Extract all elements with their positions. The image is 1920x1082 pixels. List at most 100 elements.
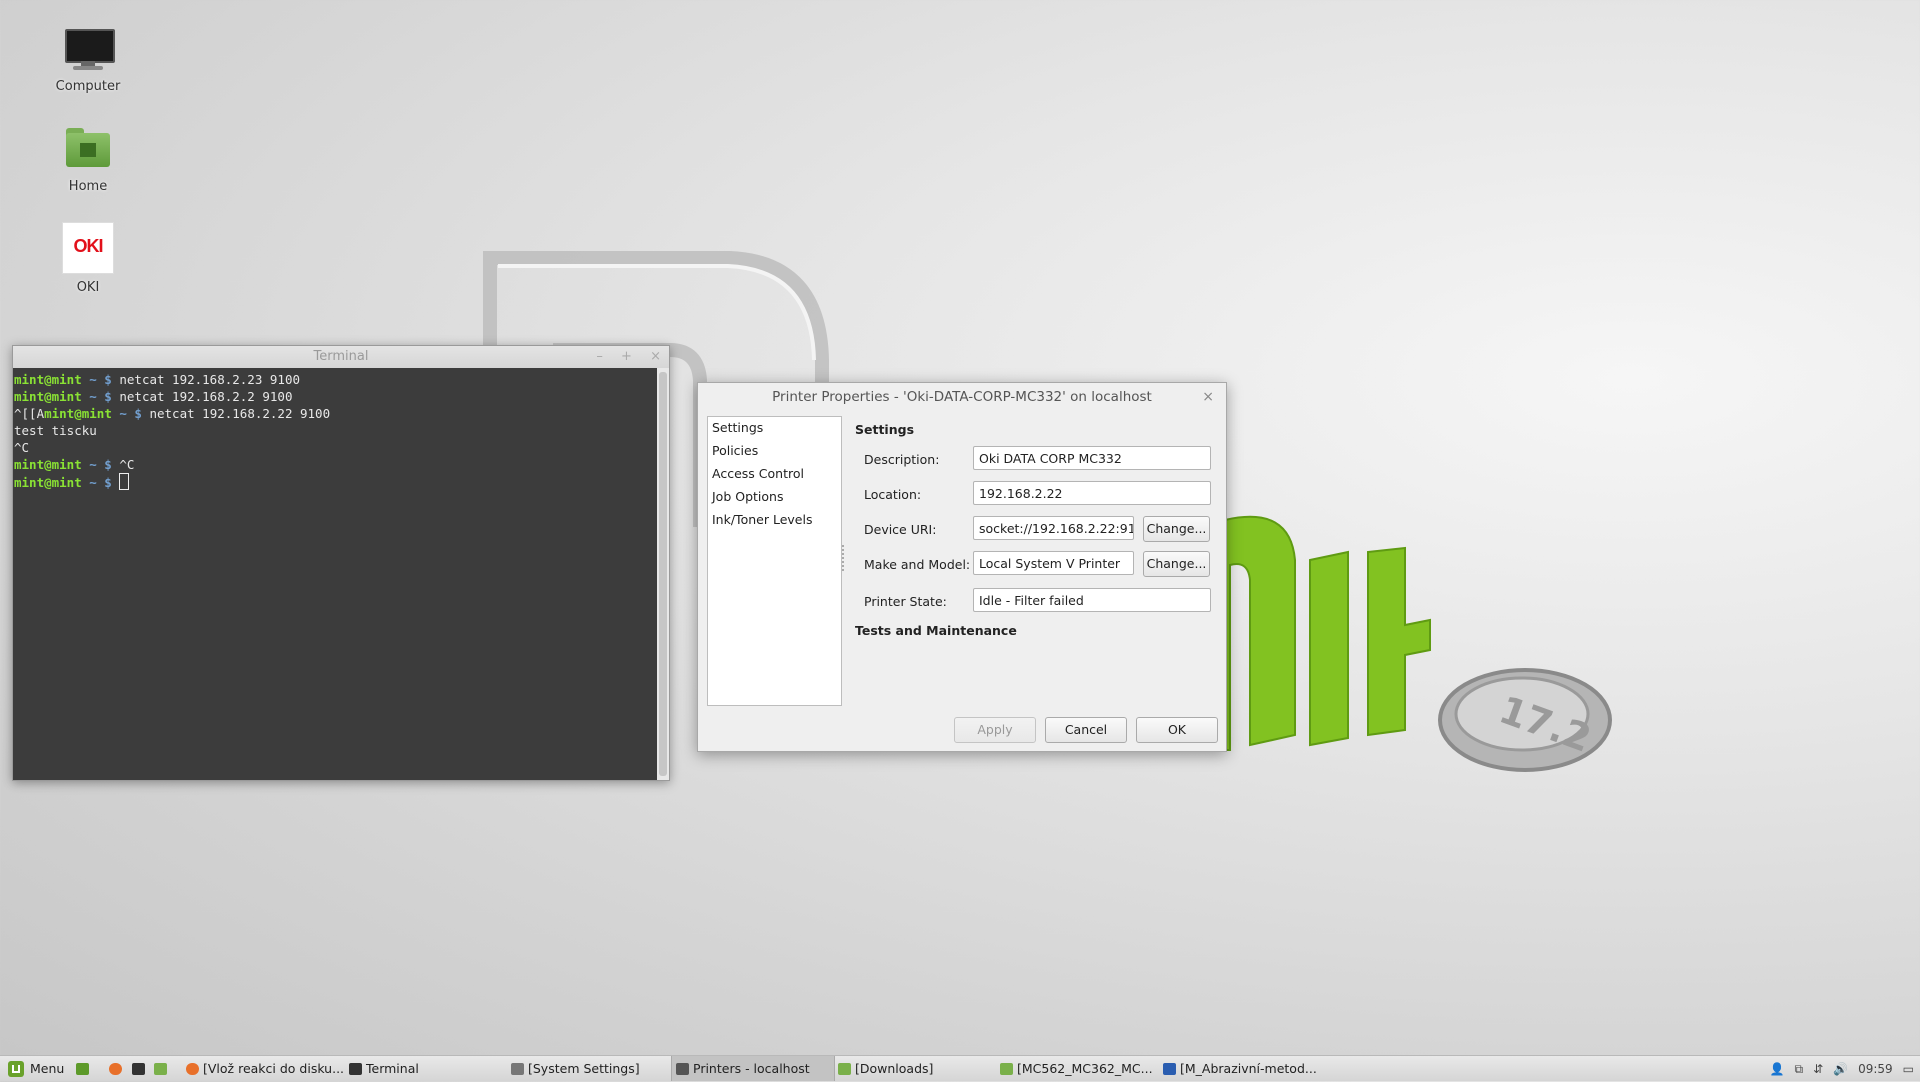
desktop-icon-label: OKI [76, 280, 100, 295]
terminal-icon [349, 1063, 362, 1075]
terminal-line: mint@mint ~ $ ^C [14, 456, 656, 473]
computer-icon [63, 23, 115, 73]
folder-icon [154, 1063, 167, 1075]
printer-icon [676, 1063, 689, 1075]
network-icon[interactable]: ⇵ [1813, 1062, 1823, 1076]
taskbar-window-label: [Vlož reakci do disku... [203, 1061, 345, 1076]
nav-item-policies[interactable]: Policies [708, 440, 841, 463]
taskbar-window-document[interactable]: [M_Abrazivní-metod... [1163, 1056, 1323, 1081]
cancel-button[interactable]: Cancel [1045, 717, 1127, 743]
taskbar-window-label: [Downloads] [855, 1061, 934, 1076]
volume-icon[interactable]: 🔊 [1833, 1062, 1848, 1076]
terminal-text: netcat 192.168.2.23 9100 [119, 372, 300, 387]
description-label: Description: [864, 452, 940, 467]
desktop-icon-label: Home [68, 179, 108, 194]
close-icon[interactable]: × [650, 349, 661, 364]
taskbar-window-printers[interactable]: Printers - localhost [671, 1056, 835, 1081]
firefox-icon [186, 1063, 199, 1075]
change-device-uri-button[interactable]: Change... [1143, 516, 1210, 542]
settings-heading: Settings [855, 422, 915, 437]
ok-button[interactable]: OK [1136, 717, 1218, 743]
taskbar-window-terminal[interactable]: Terminal [349, 1056, 504, 1081]
prompt-path: ~ $ [81, 475, 120, 490]
device-uri-field: socket://192.168.2.22:9100 [973, 516, 1134, 540]
prompt-path: ~ $ [111, 406, 150, 421]
prompt-user: mint@mint [14, 457, 82, 472]
nav-item-settings[interactable]: Settings [708, 417, 841, 440]
firefox-icon [109, 1063, 122, 1075]
oki-logo-icon: OKI [62, 222, 114, 274]
files-launcher[interactable] [154, 1056, 171, 1081]
taskbar-window-system-settings[interactable]: [System Settings] [511, 1056, 666, 1081]
make-model-label: Make and Model: [864, 557, 971, 572]
terminal-output[interactable]: mint@mint ~ $ netcat 192.168.2.23 9100 mi… [13, 368, 657, 780]
nav-item-access-control[interactable]: Access Control [708, 463, 841, 486]
printer-properties-dialog[interactable]: Printer Properties - 'Oki-DATA-CORP-MC33… [697, 382, 1227, 752]
make-model-field: Local System V Printer [973, 551, 1134, 575]
terminal-window[interactable]: Terminal – + × mint@mint ~ $ netcat 192.… [12, 345, 670, 781]
dialog-title: Printer Properties - 'Oki-DATA-CORP-MC33… [772, 389, 1152, 405]
taskbar-window-downloads[interactable]: [Downloads] [838, 1056, 993, 1081]
desktop-icon-home[interactable]: Home [43, 123, 133, 194]
firefox-launcher[interactable] [109, 1056, 126, 1081]
terminal-titlebar[interactable]: Terminal – + × [13, 346, 669, 368]
pane-resize-handle[interactable] [842, 545, 847, 571]
svg-text:17.2: 17.2 [1494, 687, 1597, 760]
terminal-icon [132, 1063, 145, 1075]
terminal-line: ^C [14, 439, 656, 456]
location-label: Location: [864, 487, 922, 502]
change-make-model-button[interactable]: Change... [1143, 551, 1210, 577]
minimize-icon[interactable]: – [596, 349, 603, 364]
clock[interactable]: 09:59 [1858, 1062, 1893, 1076]
show-desktop-icon [76, 1063, 89, 1075]
settings-nav-list[interactable]: Settings Policies Access Control Job Opt… [707, 416, 842, 706]
terminal-text: ^C [14, 440, 30, 455]
settings-icon [511, 1063, 524, 1075]
system-tray: 👤 ⧉ ⇵ 🔊 09:59 ▭ [1764, 1056, 1914, 1081]
printer-state-field: Idle - Filter failed [973, 588, 1211, 612]
terminal-launcher[interactable] [132, 1056, 149, 1081]
taskbar-window-label: Terminal [366, 1061, 419, 1076]
folder-icon [1000, 1063, 1013, 1075]
show-desktop-launcher[interactable] [76, 1056, 93, 1081]
prompt-path: ~ $ [81, 457, 120, 472]
location-field[interactable]: 192.168.2.22 [973, 481, 1211, 505]
menu-button[interactable]: Menu [4, 1056, 68, 1081]
terminal-text: netcat 192.168.2.2 9100 [119, 389, 293, 404]
apply-button[interactable]: Apply [954, 717, 1036, 743]
terminal-text: netcat 192.168.2.22 9100 [149, 406, 331, 421]
terminal-line: ^[[Amint@mint ~ $ netcat 192.168.2.22 91… [14, 406, 331, 421]
taskbar-window-label: [MC562_MC362_MC... [1017, 1061, 1153, 1076]
terminal-title: Terminal [313, 349, 369, 364]
taskbar-window-label: Printers - localhost [693, 1061, 810, 1076]
folder-icon [838, 1063, 851, 1075]
terminal-scrollbar[interactable] [657, 368, 669, 780]
description-field[interactable]: Oki DATA CORP MC332 [973, 446, 1211, 470]
prompt-path: ~ $ [81, 389, 120, 404]
prompt-user: mint@mint [14, 475, 82, 490]
terminal-line: test tiscku [14, 422, 656, 439]
taskbar-window-label: [M_Abrazivní-metod... [1180, 1061, 1317, 1076]
taskbar-window-label: [System Settings] [528, 1061, 640, 1076]
taskbar-window-mc562[interactable]: [MC562_MC362_MC... [1000, 1056, 1155, 1081]
mint-menu-icon [8, 1061, 24, 1077]
menu-label: Menu [30, 1061, 65, 1076]
taskbar-window-forum[interactable]: [Vlož reakci do disku... [184, 1056, 346, 1081]
show-desktop-icon[interactable]: ▭ [1903, 1062, 1914, 1076]
desktop-icon-oki[interactable]: OKI OKI [43, 222, 133, 295]
desktop-icon-computer[interactable]: Computer [43, 23, 133, 94]
prompt-user: mint@mint [44, 406, 112, 421]
maximize-icon[interactable]: + [621, 349, 632, 364]
device-uri-label: Device URI: [864, 522, 937, 537]
dialog-titlebar[interactable]: Printer Properties - 'Oki-DATA-CORP-MC33… [698, 383, 1226, 411]
terminal-line: mint@mint ~ $ [14, 473, 656, 491]
close-icon[interactable]: × [1202, 383, 1214, 411]
terminal-line: mint@mint ~ $ netcat 192.168.2.23 9100 [14, 371, 656, 388]
desktop-icon-label: Computer [55, 79, 121, 94]
nav-item-job-options[interactable]: Job Options [708, 486, 841, 509]
terminal-cursor [119, 473, 130, 490]
nav-item-ink-toner-levels[interactable]: Ink/Toner Levels [708, 509, 841, 532]
user-icon[interactable]: 👤 [1770, 1062, 1785, 1076]
update-manager-icon[interactable]: ⧉ [1795, 1062, 1804, 1076]
prompt-user: mint@mint [14, 389, 82, 404]
